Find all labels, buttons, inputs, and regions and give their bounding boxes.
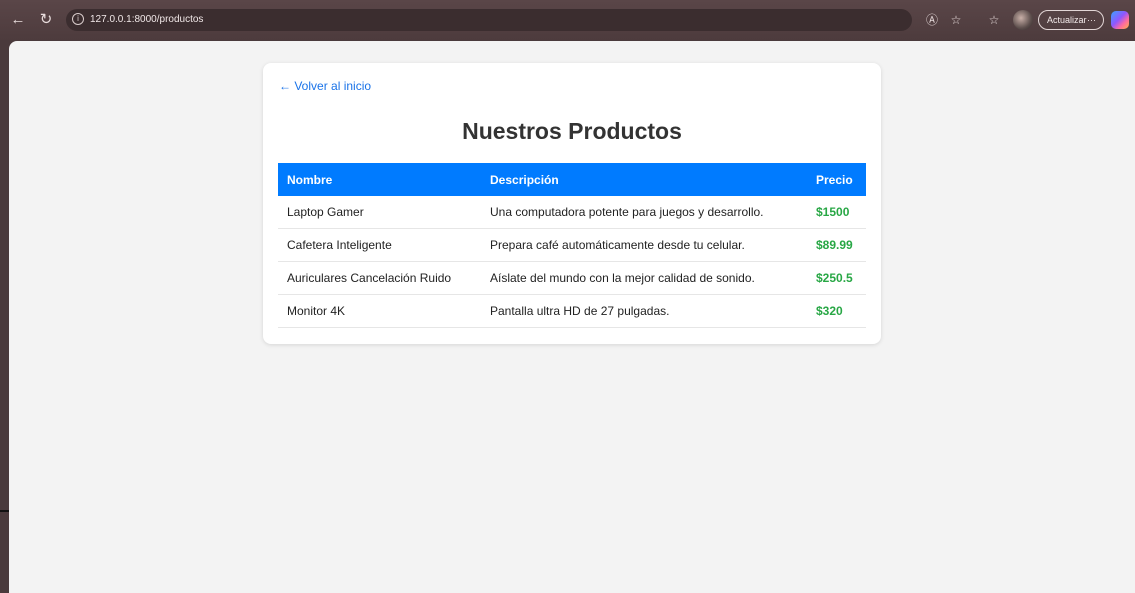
page-title: Nuestros Productos — [462, 118, 682, 144]
address-url[interactable]: 127.0.0.1:8000/productos — [90, 9, 203, 31]
table-row: Laptop Gamer Una computadora potente par… — [278, 196, 866, 229]
cell-nombre: Laptop Gamer — [278, 196, 481, 229]
copilot-icon[interactable] — [1111, 11, 1129, 29]
cell-precio: $250.5 — [807, 261, 866, 295]
profile-avatar[interactable] — [1013, 10, 1033, 30]
cell-descripcion: Una computadora potente para juegos y de… — [481, 196, 807, 229]
cell-descripcion: Prepara café automáticamente desde tu ce… — [481, 228, 807, 262]
cell-nombre: Monitor 4K — [278, 294, 481, 328]
cell-descripcion: Aíslate del mundo con la mejor calidad d… — [481, 261, 807, 295]
cell-nombre: Cafetera Inteligente — [278, 228, 481, 262]
cell-descripcion: Pantalla ultra HD de 27 pulgadas. — [481, 294, 807, 328]
header-precio: Precio — [807, 163, 866, 196]
address-bar[interactable]: i 127.0.0.1:8000/productos — [66, 9, 912, 31]
header-descripcion: Descripción — [481, 163, 807, 196]
table-row: Cafetera Inteligente Prepara café automá… — [278, 228, 866, 262]
cell-precio: $1500 — [807, 196, 866, 229]
read-aloud-icon[interactable]: Ⓐ — [924, 12, 940, 28]
table-header-row: Nombre Descripción Precio — [278, 163, 866, 196]
cell-precio: $320 — [807, 294, 866, 328]
table-row: Monitor 4K Pantalla ultra HD de 27 pulga… — [278, 294, 866, 328]
cell-nombre: Auriculares Cancelación Ruido — [278, 261, 481, 295]
table-row: Auriculares Cancelación Ruido Aíslate de… — [278, 261, 866, 295]
reload-icon[interactable]: ↻ — [36, 10, 56, 30]
info-icon[interactable]: i — [72, 13, 84, 25]
back-home-link[interactable]: ← Volver al inicio — [279, 79, 371, 93]
favorite-star-icon[interactable]: ☆ — [948, 12, 964, 28]
more-dots-icon: ··· — [1087, 15, 1096, 25]
browser-toolbar: ← ↻ i 127.0.0.1:8000/productos Ⓐ ☆ ☆ Act… — [0, 0, 1135, 40]
update-button[interactable]: Actualizar ··· — [1038, 10, 1104, 30]
cell-precio: $89.99 — [807, 228, 866, 262]
page-viewport: ← Volver al inicio Nuestros Productos No… — [9, 41, 1135, 593]
back-arrow-icon[interactable]: ← — [8, 10, 28, 30]
favorites-list-icon[interactable]: ☆ — [986, 12, 1002, 28]
update-button-label: Actualizar — [1047, 15, 1087, 25]
products-card: ← Volver al inicio Nuestros Productos No… — [263, 63, 881, 344]
header-nombre: Nombre — [278, 163, 481, 196]
products-table: Nombre Descripción Precio Laptop Gamer U… — [278, 163, 866, 328]
edge-divider — [0, 510, 9, 512]
